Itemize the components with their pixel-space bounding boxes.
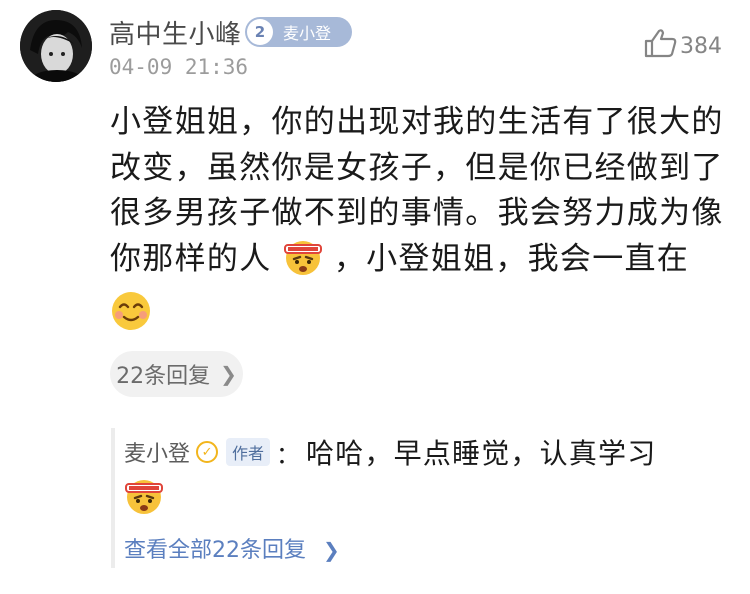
chevron-right-icon: ❯ — [323, 538, 340, 562]
reply-line: 麦小登 ✓ 作者 ： 哈哈，早点睡觉，认真学习 — [124, 432, 656, 472]
comment-line: 很多男孩子做不到的事情。我会努力成为像 — [110, 195, 724, 231]
author-tag: 作者 — [226, 438, 271, 466]
fan-badge-name: 麦小登 — [283, 24, 332, 43]
username[interactable]: 高中生小峰 — [109, 14, 242, 51]
fan-level: 2 — [247, 19, 273, 45]
reply-preview[interactable]: 麦小登 ✓ 作者 ： 哈哈，早点睡觉，认真学习 查看全部22条回复 ❯ — [111, 418, 731, 570]
comment-line-part: ，小登姐姐，我会一直在 — [333, 240, 690, 277]
like-button[interactable]: 384 — [644, 28, 722, 64]
chevron-right-icon: ❯ — [220, 362, 237, 386]
verified-icon: ✓ — [196, 441, 219, 463]
replies-count-button[interactable]: 22条回复 ❯ — [110, 351, 243, 397]
view-all-replies-link[interactable]: 查看全部22条回复 ❯ — [124, 532, 340, 564]
avatar[interactable] — [20, 10, 92, 82]
like-count: 384 — [680, 33, 722, 59]
determined-emoji-icon — [124, 476, 164, 520]
reply-colon: ： — [276, 440, 301, 469]
fan-badge[interactable]: 2 麦小登 — [245, 17, 352, 47]
comment-line: 小登姐姐，你的出现对我的生活有了很大的 — [110, 104, 724, 140]
replies-count-label: 22条回复 — [116, 364, 211, 389]
comment-line-part: 你那样的人 — [110, 240, 272, 277]
timestamp: 04-09 21:36 — [109, 55, 249, 79]
reply-author[interactable]: 麦小登 — [124, 436, 190, 468]
reply-divider — [111, 428, 115, 568]
thumbs-up-icon — [644, 28, 678, 64]
determined-emoji-icon — [283, 237, 323, 291]
comment-line: 改变，虽然你是女孩子，但是你已经做到了 — [110, 149, 724, 186]
comment-line: 你那样的人 ，小登姐姐，我会一直在 — [110, 237, 730, 291]
view-all-label: 查看全部22条回复 — [124, 538, 306, 563]
smile-emoji-icon — [110, 290, 152, 346]
comment-body: 小登姐姐，你的出现对我的生活有了很大的 改变，虽然你是女孩子，但是你已经做到了 … — [110, 100, 730, 346]
reply-text: 哈哈，早点睡觉，认真学习 — [306, 437, 657, 470]
comment-line — [110, 290, 730, 346]
